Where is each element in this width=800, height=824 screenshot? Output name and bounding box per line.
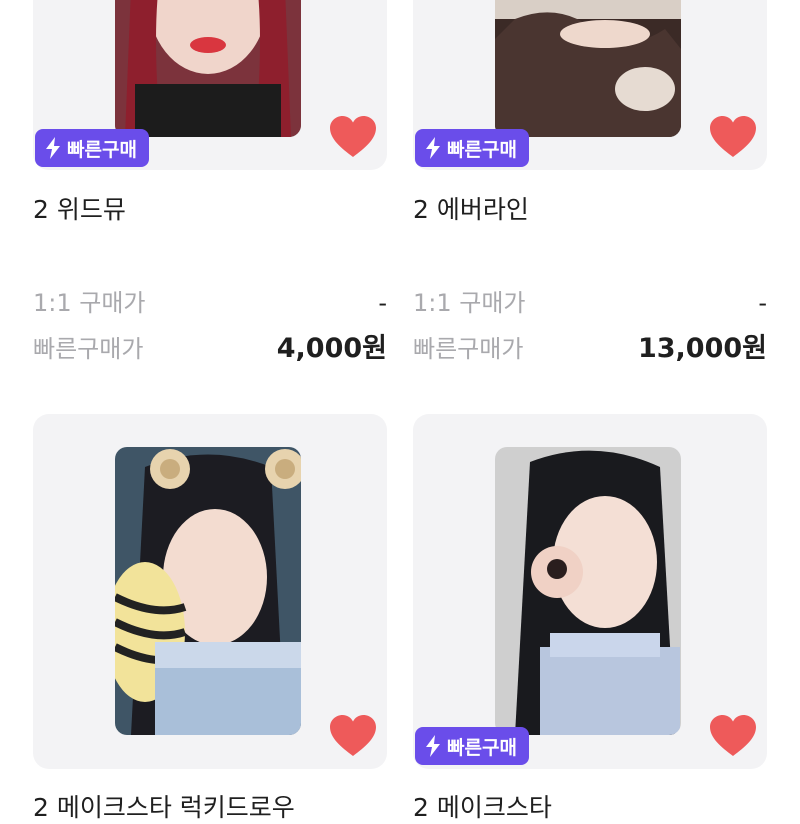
product-thumbnail[interactable]: 빠른구매 bbox=[33, 0, 387, 170]
lightning-bolt-icon bbox=[426, 735, 440, 757]
product-card[interactable]: 빠른구매 2 메이크스타 bbox=[413, 414, 767, 822]
quick-price-row: 빠른구매가 4,000원 bbox=[33, 326, 387, 365]
quick-price-row: 빠른구매가 13,000원 bbox=[413, 326, 767, 365]
quick-buy-badge: 빠른구매 bbox=[415, 727, 529, 765]
photocard-image bbox=[115, 447, 301, 735]
photocard-image bbox=[115, 0, 301, 137]
quick-price-label: 빠른구매가 bbox=[33, 335, 144, 363]
badge-label: 빠른구매 bbox=[447, 736, 517, 759]
photocard-image bbox=[495, 0, 681, 137]
quick-buy-badge: 빠른구매 bbox=[415, 129, 529, 167]
badge-label: 빠른구매 bbox=[447, 138, 517, 161]
direct-price-row: 1:1 구매가 - bbox=[413, 283, 767, 318]
direct-price-label: 1:1 구매가 bbox=[413, 289, 526, 317]
direct-price-label: 1:1 구매가 bbox=[33, 289, 146, 317]
product-thumbnail[interactable] bbox=[33, 414, 387, 769]
product-title[interactable]: 2 에버라인 bbox=[413, 190, 529, 226]
product-title[interactable]: 2 메이크스타 bbox=[413, 788, 552, 824]
product-card[interactable]: 2 메이크스타 럭키드로우 bbox=[33, 414, 387, 822]
product-title[interactable]: 2 위드뮤 bbox=[33, 190, 126, 226]
product-card[interactable]: 빠른구매 2 위드뮤 1:1 구매가 - 빠른구매가 4,000원 bbox=[33, 0, 387, 380]
heart-icon[interactable] bbox=[329, 115, 377, 159]
direct-price-row: 1:1 구매가 - bbox=[33, 283, 387, 318]
heart-icon[interactable] bbox=[709, 714, 757, 758]
product-thumbnail[interactable]: 빠른구매 bbox=[413, 0, 767, 170]
quick-price-label: 빠른구매가 bbox=[413, 335, 524, 363]
direct-price-value: - bbox=[378, 289, 387, 317]
heart-icon[interactable] bbox=[709, 115, 757, 159]
product-card[interactable]: 빠른구매 2 에버라인 1:1 구매가 - 빠른구매가 13,000원 bbox=[413, 0, 767, 380]
product-thumbnail[interactable]: 빠른구매 bbox=[413, 414, 767, 769]
lightning-bolt-icon bbox=[46, 137, 60, 159]
direct-price-value: - bbox=[758, 289, 767, 317]
quick-price-value: 13,000원 bbox=[637, 333, 767, 364]
quick-buy-badge: 빠른구매 bbox=[35, 129, 149, 167]
heart-icon[interactable] bbox=[329, 714, 377, 758]
quick-price-value: 4,000원 bbox=[276, 333, 387, 364]
lightning-bolt-icon bbox=[426, 137, 440, 159]
product-title[interactable]: 2 메이크스타 럭키드로우 bbox=[33, 788, 295, 824]
photocard-image bbox=[495, 447, 681, 735]
badge-label: 빠른구매 bbox=[67, 138, 137, 161]
